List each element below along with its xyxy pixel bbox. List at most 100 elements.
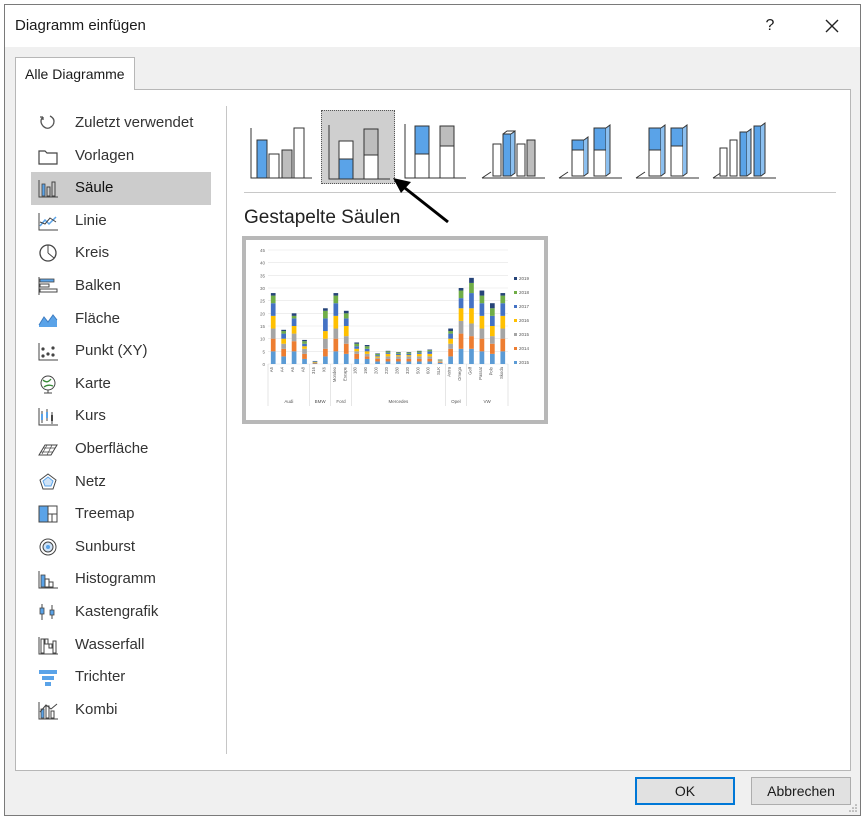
bar-segment xyxy=(500,295,506,304)
bar-segment xyxy=(343,313,349,319)
sidebar-item-label: Kreis xyxy=(75,244,110,262)
bar-segment xyxy=(427,351,433,354)
bar-segment xyxy=(500,338,506,352)
resize-grip-icon[interactable] xyxy=(848,803,858,813)
x-tick-label: 600 xyxy=(426,366,431,374)
x-tick-label: 320 xyxy=(405,366,410,374)
sidebar-item[interactable]: Punkt (XY) xyxy=(31,335,211,368)
bar-segment xyxy=(416,358,422,362)
chart-subtype-button[interactable] xyxy=(706,110,780,184)
bar-segment xyxy=(312,361,318,363)
sidebar-item[interactable]: Kurs xyxy=(31,400,211,433)
sidebar-item[interactable]: Balken xyxy=(31,270,211,303)
x-tick-label: Polo xyxy=(488,366,493,375)
bar-segment xyxy=(354,351,360,354)
bar-segment xyxy=(270,338,276,352)
ok-button[interactable]: OK xyxy=(635,777,735,805)
group-label: Ford xyxy=(336,399,346,404)
sidebar-item[interactable]: Fläche xyxy=(31,303,211,336)
chart-subtype-button[interactable] xyxy=(629,110,703,184)
bar-segment xyxy=(281,356,286,364)
legend-label: 2019 xyxy=(519,276,530,281)
sidebar-item[interactable]: Wasserfall xyxy=(31,629,211,662)
bar-segment xyxy=(396,353,401,356)
bar-segment xyxy=(323,331,328,339)
sidebar-item[interactable]: Kombi xyxy=(31,694,211,727)
bar-segment xyxy=(364,351,370,354)
bar-segment xyxy=(437,361,443,363)
sidebar-item[interactable]: Zuletzt verwendet xyxy=(31,107,211,140)
bar-segment xyxy=(385,350,391,352)
group-label: Audi xyxy=(284,399,293,404)
line-chart-icon xyxy=(38,212,58,231)
bar-segment xyxy=(490,343,495,354)
y-tick-label: 15 xyxy=(260,324,266,329)
x-tick-label: Passat xyxy=(478,366,483,380)
bar-segment xyxy=(375,361,380,364)
chart-subtype-button[interactable] xyxy=(398,110,472,184)
dialog-title: Diagramm einfügen xyxy=(15,17,146,34)
bar-segment xyxy=(302,353,307,359)
sidebar-item-label: Karte xyxy=(75,374,111,392)
sidebar-item[interactable]: Trichter xyxy=(31,661,211,694)
chart-subtype-button[interactable] xyxy=(475,110,549,184)
3d-clustered-column-icon xyxy=(481,130,545,179)
scatter-chart-icon xyxy=(38,343,58,361)
legend-label: 2014 xyxy=(519,346,530,351)
bar-segment xyxy=(375,357,380,359)
x-tick-label: 316 xyxy=(311,366,316,374)
bar-segment xyxy=(406,358,412,362)
funnel-icon xyxy=(39,670,57,687)
title-bar: Diagramm einfügen ? xyxy=(5,5,860,47)
bar-segment xyxy=(416,361,422,364)
bar-segment xyxy=(437,360,443,361)
cancel-button[interactable]: Abbrechen xyxy=(751,777,851,805)
bar-segment xyxy=(354,358,360,364)
bar-segment xyxy=(312,362,318,363)
chart-preview[interactable]: 45 40 35 30 25 20 15 10 5 0 A5 A4 A6 A8 316 X6 Mondeo Esc… xyxy=(242,236,548,424)
bar-segment xyxy=(291,333,297,342)
group-label: Mercedes xyxy=(389,399,410,404)
sidebar-item[interactable]: Histogramm xyxy=(31,563,211,596)
bar-segment xyxy=(333,351,339,364)
recent-icon xyxy=(40,115,55,129)
chart-subtype-button[interactable] xyxy=(244,110,318,184)
subtype-title: Gestapelte Säulen xyxy=(244,207,401,228)
bar-segment xyxy=(364,356,370,359)
bar-segment xyxy=(437,360,443,362)
chart-subtype-button[interactable] xyxy=(552,110,626,184)
sidebar-item[interactable]: Säule xyxy=(31,172,211,205)
bar-segment xyxy=(323,356,328,364)
close-button[interactable] xyxy=(810,9,854,43)
map-chart-icon xyxy=(40,375,56,394)
x-tick-label: SLK xyxy=(436,367,441,375)
help-button[interactable]: ? xyxy=(750,9,790,43)
sidebar-item[interactable]: Kastengrafik xyxy=(31,596,211,629)
bar-segment xyxy=(364,358,370,364)
x-tick-label: A6 xyxy=(290,366,295,372)
sidebar-item[interactable]: Vorlagen xyxy=(31,140,211,173)
bar-segment xyxy=(302,348,307,354)
sidebar-item[interactable]: Treemap xyxy=(31,498,211,531)
bar-segment xyxy=(302,358,307,364)
legend-swatch xyxy=(514,291,517,294)
bar-segment xyxy=(479,290,485,296)
tab-all-charts[interactable]: Alle Diagramme xyxy=(15,57,135,90)
bar-segment xyxy=(458,320,464,334)
sidebar-item[interactable]: Netz xyxy=(31,466,211,499)
sidebar-item[interactable]: Sunburst xyxy=(31,531,211,564)
bar-segment xyxy=(364,353,370,357)
sidebar-item[interactable]: Karte xyxy=(31,368,211,401)
sidebar-item[interactable]: Oberfläche xyxy=(31,433,211,466)
bar-segment xyxy=(500,315,506,329)
sidebar-item-label: Wasserfall xyxy=(75,635,145,653)
bar-segment xyxy=(354,346,360,349)
bar-segment xyxy=(490,353,495,364)
sidebar-item[interactable]: Kreis xyxy=(31,237,211,270)
y-tick-label: 45 xyxy=(260,248,266,253)
sidebar-item[interactable]: Linie xyxy=(31,205,211,238)
bar-segment xyxy=(427,349,433,351)
bar-segment xyxy=(281,333,286,339)
chart-subtype-button[interactable] xyxy=(321,110,395,184)
area-chart-icon xyxy=(38,313,58,327)
